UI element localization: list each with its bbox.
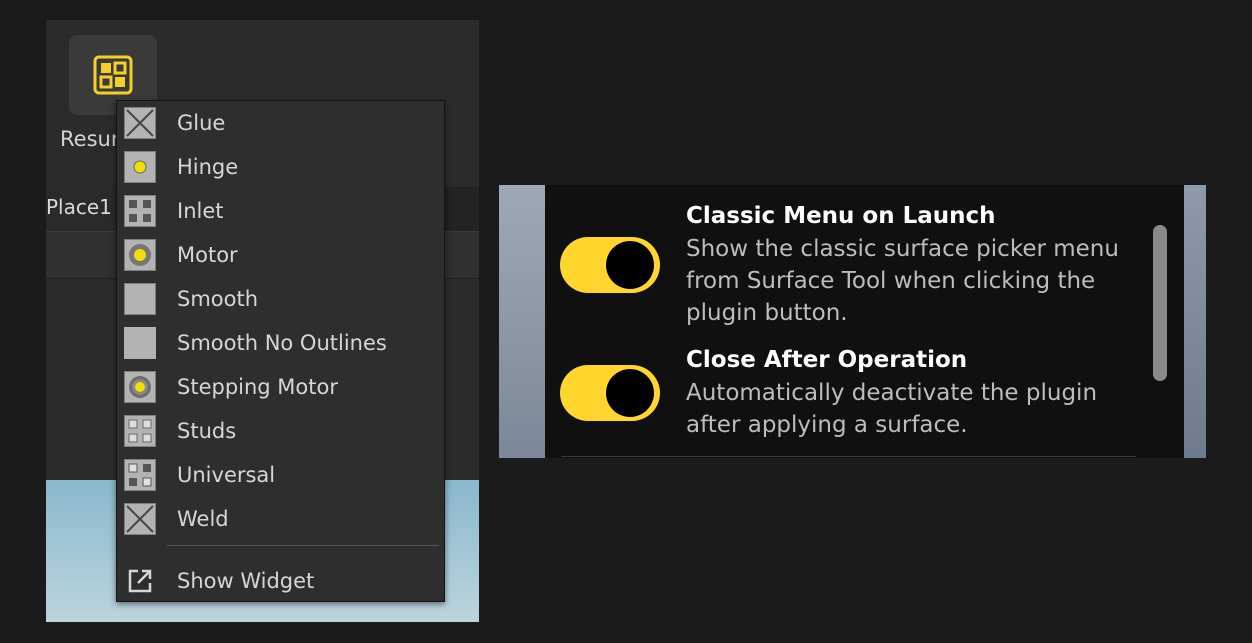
- menu-item-label: Smooth: [177, 287, 259, 311]
- external-link-icon: [127, 568, 153, 598]
- menu-item-label: Show Widget: [177, 569, 315, 593]
- stepping-motor-icon: [124, 371, 156, 403]
- classic-menu-toggle[interactable]: [560, 237, 660, 293]
- scrollbar[interactable]: [1153, 225, 1167, 381]
- surface-dropdown-menu: Glue Hinge Inlet Motor Smooth Smooth No …: [116, 100, 445, 602]
- menu-item-label: Universal: [177, 463, 276, 487]
- menu-item-glue[interactable]: Glue: [117, 101, 444, 145]
- smooth-no-outlines-icon: [124, 327, 156, 359]
- motor-icon: [124, 239, 156, 271]
- scene-background: [1184, 185, 1206, 458]
- menu-item-hinge[interactable]: Hinge: [117, 145, 444, 189]
- divider: [561, 456, 1136, 457]
- menu-item-stepping-motor[interactable]: Stepping Motor: [117, 365, 444, 409]
- menu-item-smooth[interactable]: Smooth: [117, 277, 444, 321]
- toggle-knob: [606, 369, 654, 417]
- menu-item-weld[interactable]: Weld: [117, 497, 444, 541]
- setting-title: Close After Operation: [686, 347, 968, 373]
- hinge-icon: [124, 151, 156, 183]
- plugin-button-label: Resur: [60, 127, 120, 151]
- menu-item-label: Stepping Motor: [177, 375, 338, 399]
- menu-item-label: Motor: [177, 243, 238, 267]
- menu-item-label: Glue: [177, 111, 226, 135]
- inlet-icon: [124, 195, 156, 227]
- close-after-operation-toggle[interactable]: [560, 365, 660, 421]
- scene-background: [499, 185, 545, 458]
- glue-icon: [124, 107, 156, 139]
- surface-grid-icon: [93, 55, 133, 95]
- setting-title: Classic Menu on Launch: [686, 203, 996, 229]
- menu-item-label: Smooth No Outlines: [177, 331, 387, 355]
- menu-item-show-widget[interactable]: Show Widget: [117, 559, 444, 603]
- menu-item-universal[interactable]: Universal: [117, 453, 444, 497]
- setting-description: Show the classic surface picker menu fro…: [686, 236, 1119, 326]
- toggle-knob: [606, 241, 654, 289]
- menu-item-inlet[interactable]: Inlet: [117, 189, 444, 233]
- menu-item-label: Weld: [177, 507, 229, 531]
- weld-icon: [124, 503, 156, 535]
- menu-item-motor[interactable]: Motor: [117, 233, 444, 277]
- setting-description: Automatically deactivate the plugin afte…: [686, 380, 1098, 438]
- menu-item-label: Hinge: [177, 155, 239, 179]
- smooth-icon: [124, 283, 156, 315]
- tab-place1[interactable]: Place1: [46, 187, 122, 231]
- menu-item-label: Studs: [177, 419, 237, 443]
- menu-item-label: Inlet: [177, 199, 224, 223]
- menu-item-smooth-no-outlines[interactable]: Smooth No Outlines: [117, 321, 444, 365]
- studs-icon: [124, 415, 156, 447]
- settings-panel: Classic Menu on Launch Show the classic …: [499, 185, 1206, 458]
- universal-icon: [124, 459, 156, 491]
- menu-item-studs[interactable]: Studs: [117, 409, 444, 453]
- menu-divider: [167, 545, 439, 546]
